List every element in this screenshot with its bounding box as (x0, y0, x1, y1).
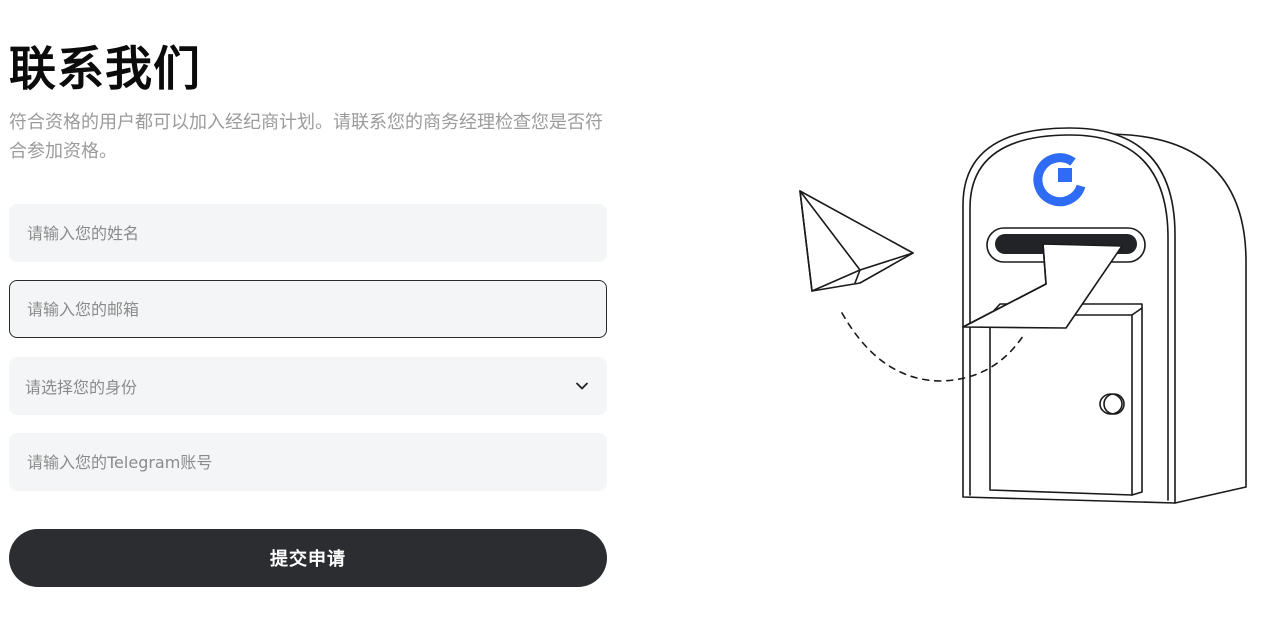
contact-form-section: 联系我们 符合资格的用户都可以加入经纪商计划。请联系您的商务经理检查您是否符合参… (9, 40, 607, 587)
telegram-field[interactable] (9, 433, 607, 491)
telegram-input[interactable] (25, 451, 589, 473)
mailbox-paper-plane-illustration (799, 127, 1247, 504)
name-input[interactable] (25, 222, 589, 244)
identity-select-label: 请选择您的身份 (25, 378, 138, 397)
page-subtitle: 符合资格的用户都可以加入经纪商计划。请联系您的商务经理检查您是否符合参加资格。 (9, 112, 603, 162)
identity-select[interactable]: 请选择您的身份 (9, 357, 607, 415)
email-field[interactable] (9, 280, 607, 338)
email-input[interactable] (25, 298, 589, 320)
submit-button[interactable]: 提交申请 (9, 529, 607, 587)
chevron-down-icon (576, 382, 588, 390)
name-field[interactable] (9, 204, 607, 262)
contact-page: 联系我们 符合资格的用户都可以加入经纪商计划。请联系您的商务经理检查您是否符合参… (0, 0, 1280, 638)
page-title: 联系我们 (9, 42, 201, 97)
